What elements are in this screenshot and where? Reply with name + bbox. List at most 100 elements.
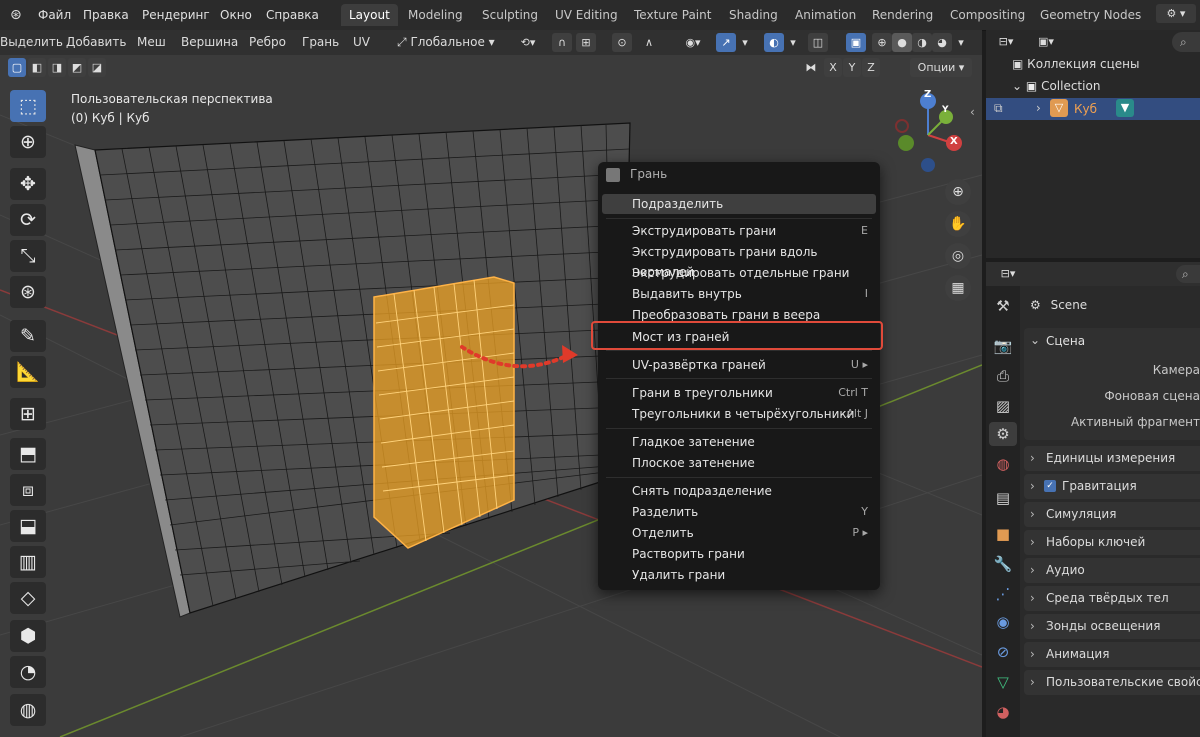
- particles-properties-icon[interactable]: ⋰: [989, 582, 1017, 606]
- overlay-toggle-icon[interactable]: ◐: [764, 33, 784, 52]
- output-properties-icon[interactable]: ⎙: [989, 364, 1017, 388]
- mirror-x-button[interactable]: X: [824, 58, 842, 77]
- gizmo-dropdown-icon[interactable]: ▾: [738, 33, 752, 52]
- outliner-display-icon[interactable]: ⊟▾: [992, 32, 1020, 51]
- select-new-icon[interactable]: ▢: [8, 58, 26, 77]
- select-extend-icon[interactable]: ◧: [28, 58, 46, 77]
- menu-item-delete-faces[interactable]: Удалить грани: [602, 565, 876, 585]
- panel-expand-icon[interactable]: ⌄: [1030, 333, 1040, 347]
- poly-build-icon[interactable]: ⬢: [10, 620, 46, 652]
- object-row-cube[interactable]: ⧉ › ▽ Куб ▼: [986, 98, 1200, 120]
- menu-help[interactable]: Справка: [266, 5, 319, 25]
- collection-row[interactable]: ⌄ ▣ Collection: [1012, 79, 1100, 93]
- outliner-search-icon[interactable]: ⌕: [1172, 32, 1200, 52]
- tab-compositing[interactable]: Compositing: [942, 4, 1033, 26]
- section-simulation[interactable]: › Симуляция: [1024, 502, 1200, 527]
- menu-item-subdivide[interactable]: Подразделить: [602, 194, 876, 214]
- section-animation[interactable]: › Анимация: [1024, 642, 1200, 667]
- transform-orientation-dropdown[interactable]: ⤢ Глобальное ▾: [397, 33, 495, 52]
- zoom-icon[interactable]: ⊕: [945, 179, 971, 205]
- menu-item-shade-flat[interactable]: Плоское затенение: [602, 453, 876, 473]
- tab-texture-paint[interactable]: Texture Paint: [626, 4, 719, 26]
- scene-properties-icon[interactable]: ⚙: [989, 422, 1017, 446]
- menu-item-tris-to-quads[interactable]: Треугольники в четырёхугольники Alt J: [602, 404, 876, 424]
- properties-search-icon[interactable]: ⌕: [1176, 265, 1200, 283]
- menu-file[interactable]: Файл: [38, 5, 71, 25]
- section-units[interactable]: › Единицы измерения: [1024, 446, 1200, 471]
- menu-item-uv-unwrap[interactable]: UV-развёртка граней U ▸: [602, 355, 876, 375]
- shading-solid-icon[interactable]: ●: [892, 33, 912, 52]
- rotate-icon[interactable]: ⟳: [10, 204, 46, 236]
- pan-hand-icon[interactable]: ✋: [945, 211, 971, 237]
- scale-icon[interactable]: ⤡: [10, 240, 46, 272]
- scene-panel-title[interactable]: Сцена: [1046, 334, 1085, 348]
- modifier-properties-icon[interactable]: 🔧: [989, 552, 1017, 576]
- inset-icon[interactable]: ⧈: [10, 474, 46, 506]
- menu-item-dissolve-faces[interactable]: Растворить грани: [602, 544, 876, 564]
- collection-properties-icon[interactable]: ▤: [989, 486, 1017, 510]
- menu-item-extrude-faces[interactable]: Экструдировать грани E: [602, 221, 876, 241]
- add-cube-icon[interactable]: ⊞: [10, 398, 46, 430]
- menu-vertex[interactable]: Вершина: [181, 33, 238, 52]
- select-box-icon[interactable]: ⬚: [10, 90, 46, 122]
- shading-rendered-icon[interactable]: ◕: [932, 33, 952, 52]
- menu-item-extrude-along-normals[interactable]: Экструдировать грани вдоль нормалей: [602, 242, 876, 279]
- section-rigid-body-world[interactable]: › Среда твёрдых тел: [1024, 586, 1200, 611]
- shading-wireframe-icon[interactable]: ⊕: [872, 33, 892, 52]
- physics-properties-icon[interactable]: ◉: [989, 610, 1017, 634]
- menu-window[interactable]: Окно: [220, 5, 252, 25]
- mesh-data-properties-icon[interactable]: ▽: [989, 670, 1017, 694]
- scene-selector-icon[interactable]: ⚙ ▾: [1156, 4, 1196, 23]
- tab-shading[interactable]: Shading: [721, 4, 786, 26]
- tab-modeling[interactable]: Modeling: [400, 4, 471, 26]
- mirror-z-button[interactable]: Z: [862, 58, 880, 77]
- menu-item-triangulate[interactable]: Грани в треугольники Ctrl T: [602, 383, 876, 403]
- menu-item-extrude-individual[interactable]: Экструдировать отдельные грани: [602, 263, 876, 283]
- falloff-icon[interactable]: ∧: [634, 33, 664, 52]
- constraints-properties-icon[interactable]: ⊘: [989, 640, 1017, 664]
- menu-render[interactable]: Рендеринг: [142, 5, 210, 25]
- move-icon[interactable]: ✥: [10, 168, 46, 200]
- extrude-icon[interactable]: ⬒: [10, 438, 46, 470]
- tab-sculpting[interactable]: Sculpting: [474, 4, 546, 26]
- smooth-icon[interactable]: ◍: [10, 694, 46, 726]
- shading-material-icon[interactable]: ◑: [912, 33, 932, 52]
- blender-logo-icon[interactable]: ⊛: [10, 5, 22, 25]
- sidebar-collapse-icon[interactable]: ‹: [970, 105, 975, 119]
- loop-cut-icon[interactable]: ▥: [10, 546, 46, 578]
- cursor-icon[interactable]: ⊕: [10, 126, 46, 158]
- mirror-y-button[interactable]: Y: [843, 58, 861, 77]
- proportional-edit-icon[interactable]: ⊙: [612, 33, 632, 52]
- menu-item-un-subdivide[interactable]: Снять подразделение: [602, 481, 876, 501]
- gizmo-toggle-icon[interactable]: ↗: [716, 33, 736, 52]
- render-properties-icon[interactable]: 📷: [989, 334, 1017, 358]
- tab-rendering[interactable]: Rendering: [864, 4, 941, 26]
- view-layer-icon[interactable]: ▨: [989, 394, 1017, 418]
- tab-animation[interactable]: Animation: [787, 4, 864, 26]
- menu-item-split[interactable]: Разделить Y: [602, 502, 876, 522]
- camera-view-icon[interactable]: ◎: [945, 243, 971, 269]
- menu-face[interactable]: Грань: [302, 33, 339, 52]
- pivot-icon[interactable]: ⟲▾: [514, 33, 542, 52]
- mirror-icon[interactable]: ⧓: [802, 58, 820, 77]
- menu-edge[interactable]: Ребро: [249, 33, 286, 52]
- overlay-dropdown-icon[interactable]: ▾: [786, 33, 800, 52]
- bevel-icon[interactable]: ⬓: [10, 510, 46, 542]
- object-properties-icon[interactable]: ■: [989, 522, 1017, 546]
- menu-item-separate[interactable]: Отделить P ▸: [602, 523, 876, 543]
- tab-geometry-nodes[interactable]: Geometry Nodes: [1032, 4, 1149, 26]
- gravity-checkbox[interactable]: ✓: [1044, 480, 1056, 492]
- editor-type-icon[interactable]: ⊟▾: [994, 264, 1022, 283]
- menu-item-inset[interactable]: Выдавить внутрь I: [602, 284, 876, 304]
- spin-icon[interactable]: ◔: [10, 656, 46, 688]
- scene-collection-row[interactable]: ▣ Коллекция сцены: [1012, 57, 1139, 71]
- section-gravity[interactable]: › ✓ Гравитация: [1024, 474, 1200, 499]
- annotate-icon[interactable]: ✎: [10, 320, 46, 352]
- menu-select[interactable]: Выделить: [0, 33, 63, 52]
- section-audio[interactable]: › Аудио: [1024, 558, 1200, 583]
- xray-icon[interactable]: ▣: [846, 33, 866, 52]
- knife-icon[interactable]: ◇: [10, 582, 46, 614]
- select-subtract-icon[interactable]: ◨: [48, 58, 66, 77]
- material-properties-icon[interactable]: ◕: [989, 700, 1017, 724]
- outliner-filter-icon[interactable]: ▣▾: [1032, 32, 1060, 51]
